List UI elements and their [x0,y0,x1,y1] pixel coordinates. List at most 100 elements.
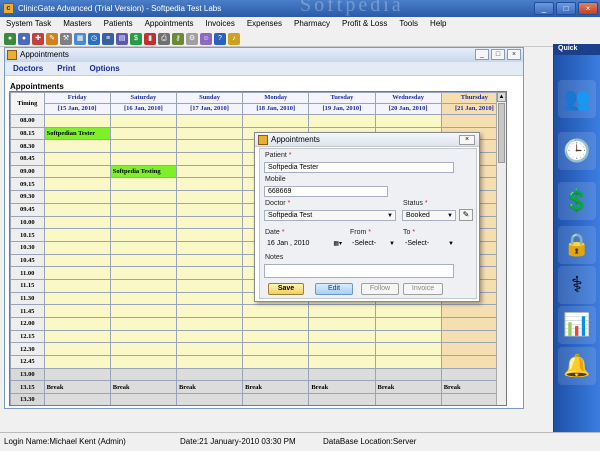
settings-icon[interactable]: ⚙ [186,32,198,45]
slot-friday[interactable] [43,240,111,255]
slot-monday[interactable] [242,317,310,331]
slot-sunday[interactable] [175,152,244,166]
slot-saturday[interactable] [109,355,177,369]
slot-sunday[interactable] [175,228,244,242]
clock-icon[interactable]: ◷ [88,32,100,45]
pen-icon[interactable]: ✎ [46,32,58,45]
menu-pharmacy[interactable]: Pharmacy [288,17,336,31]
slot-sunday[interactable] [175,342,244,357]
to-time-select[interactable]: -Select- ▼ [402,239,456,250]
slot-tuesday[interactable] [308,329,376,344]
follow-button[interactable]: Follow [361,283,399,295]
chart-icon[interactable]: ▮ [144,32,156,45]
slot-friday[interactable] [43,190,111,204]
menu-patients[interactable]: Patients [98,17,139,31]
slot-sunday[interactable] [175,304,244,318]
slot-saturday[interactable] [109,266,177,280]
slot-saturday[interactable] [109,342,177,357]
slot-friday[interactable] [43,253,111,268]
slot-tuesday[interactable] [308,367,376,382]
help-icon[interactable]: ? [214,32,226,45]
slot-saturday[interactable] [109,278,177,293]
menu-appointments[interactable]: Appointments [139,17,200,31]
slot-friday[interactable] [43,304,111,318]
slot-sunday[interactable] [175,114,244,128]
slot-sunday[interactable] [175,317,244,331]
slot-sunday[interactable] [175,253,244,268]
menu-system-task[interactable]: System Task [0,17,57,31]
invoice-button[interactable]: Invoice [403,283,443,295]
appointment-saturday[interactable]: Softpedia Testing [109,164,177,179]
slot-monday[interactable] [242,304,310,318]
slot-tuesday[interactable] [308,114,376,128]
slot-sunday[interactable] [175,202,244,217]
appointment-friday[interactable]: Softpedian Tester [43,126,111,141]
slot-sunday[interactable] [175,367,244,382]
slot-saturday[interactable] [109,190,177,204]
slot-saturday[interactable] [109,228,177,242]
slot-saturday[interactable] [109,291,177,306]
menu-expenses[interactable]: Expenses [241,17,288,31]
doctors-menu[interactable]: Doctors [5,62,49,75]
slot-sunday[interactable] [175,215,244,230]
list-icon[interactable]: ≡ [102,32,114,45]
pharmacy-quick-icon[interactable]: ⚕ [558,266,596,304]
slot-sunday[interactable] [175,291,244,306]
menu-profit-loss[interactable]: Profit & Loss [336,17,393,31]
slot-sunday[interactable] [175,139,244,154]
slot-monday[interactable] [242,114,310,128]
scroll-thumb[interactable] [498,103,505,163]
slot-sunday[interactable] [175,177,244,192]
slot-tuesday[interactable] [308,304,376,318]
slot-monday[interactable] [242,342,310,357]
slot-sunday[interactable] [175,126,244,141]
slot-friday[interactable] [43,342,111,357]
slot-friday[interactable] [43,278,111,293]
slot-saturday[interactable] [109,139,177,154]
slot-friday[interactable] [43,139,111,154]
slot-friday[interactable] [43,355,111,369]
slot-tuesday[interactable] [308,342,376,357]
slot-saturday[interactable] [109,367,177,382]
close-button[interactable]: × [578,2,598,15]
doctor-icon[interactable]: ✚ [32,32,44,45]
slot-friday[interactable] [43,266,111,280]
slot-sunday[interactable] [175,266,244,280]
slot-saturday[interactable] [109,114,177,128]
status-select[interactable]: Booked ▼ [402,210,456,221]
slot-saturday[interactable] [109,317,177,331]
save-button[interactable]: Save [268,283,304,295]
tool-icon[interactable]: ⚒ [60,32,72,45]
grid-vertical-scrollbar[interactable]: ▲ [496,92,506,405]
slot-friday[interactable] [43,114,111,128]
menu-tools[interactable]: Tools [393,17,424,31]
menu-invoices[interactable]: Invoices [199,17,240,31]
slot-saturday[interactable] [109,202,177,217]
slot-monday[interactable] [242,367,310,382]
slot-monday[interactable] [242,355,310,369]
slot-wednesday[interactable] [374,393,442,405]
window-close-button[interactable]: × [507,49,521,60]
safe-quick-icon[interactable]: 🔒 [558,226,596,264]
slot-sunday[interactable] [175,240,244,255]
options-menu[interactable]: Options [81,62,125,75]
slot-friday[interactable] [43,215,111,230]
dollar-quick-icon[interactable]: 💲 [558,182,596,220]
slot-friday[interactable] [43,367,111,382]
edit-status-icon[interactable]: ✎ [459,209,473,221]
slot-sunday[interactable] [175,355,244,369]
chart-quick-icon[interactable]: 📊 [558,306,596,344]
slot-monday[interactable] [242,329,310,344]
slot-saturday[interactable] [109,177,177,192]
slot-wednesday[interactable] [374,367,442,382]
bell-icon[interactable]: ♪ [228,32,240,45]
slot-wednesday[interactable] [374,304,442,318]
maximize-button[interactable]: □ [556,2,576,15]
dialog-close-button[interactable]: × [459,135,475,145]
dollar-icon[interactable]: $ [130,32,142,45]
menu-masters[interactable]: Masters [57,17,97,31]
slot-wednesday[interactable] [374,317,442,331]
slot-wednesday[interactable] [374,114,442,128]
minimize-button[interactable]: _ [534,2,554,15]
patients-quick-icon[interactable]: 👥 [558,80,596,118]
